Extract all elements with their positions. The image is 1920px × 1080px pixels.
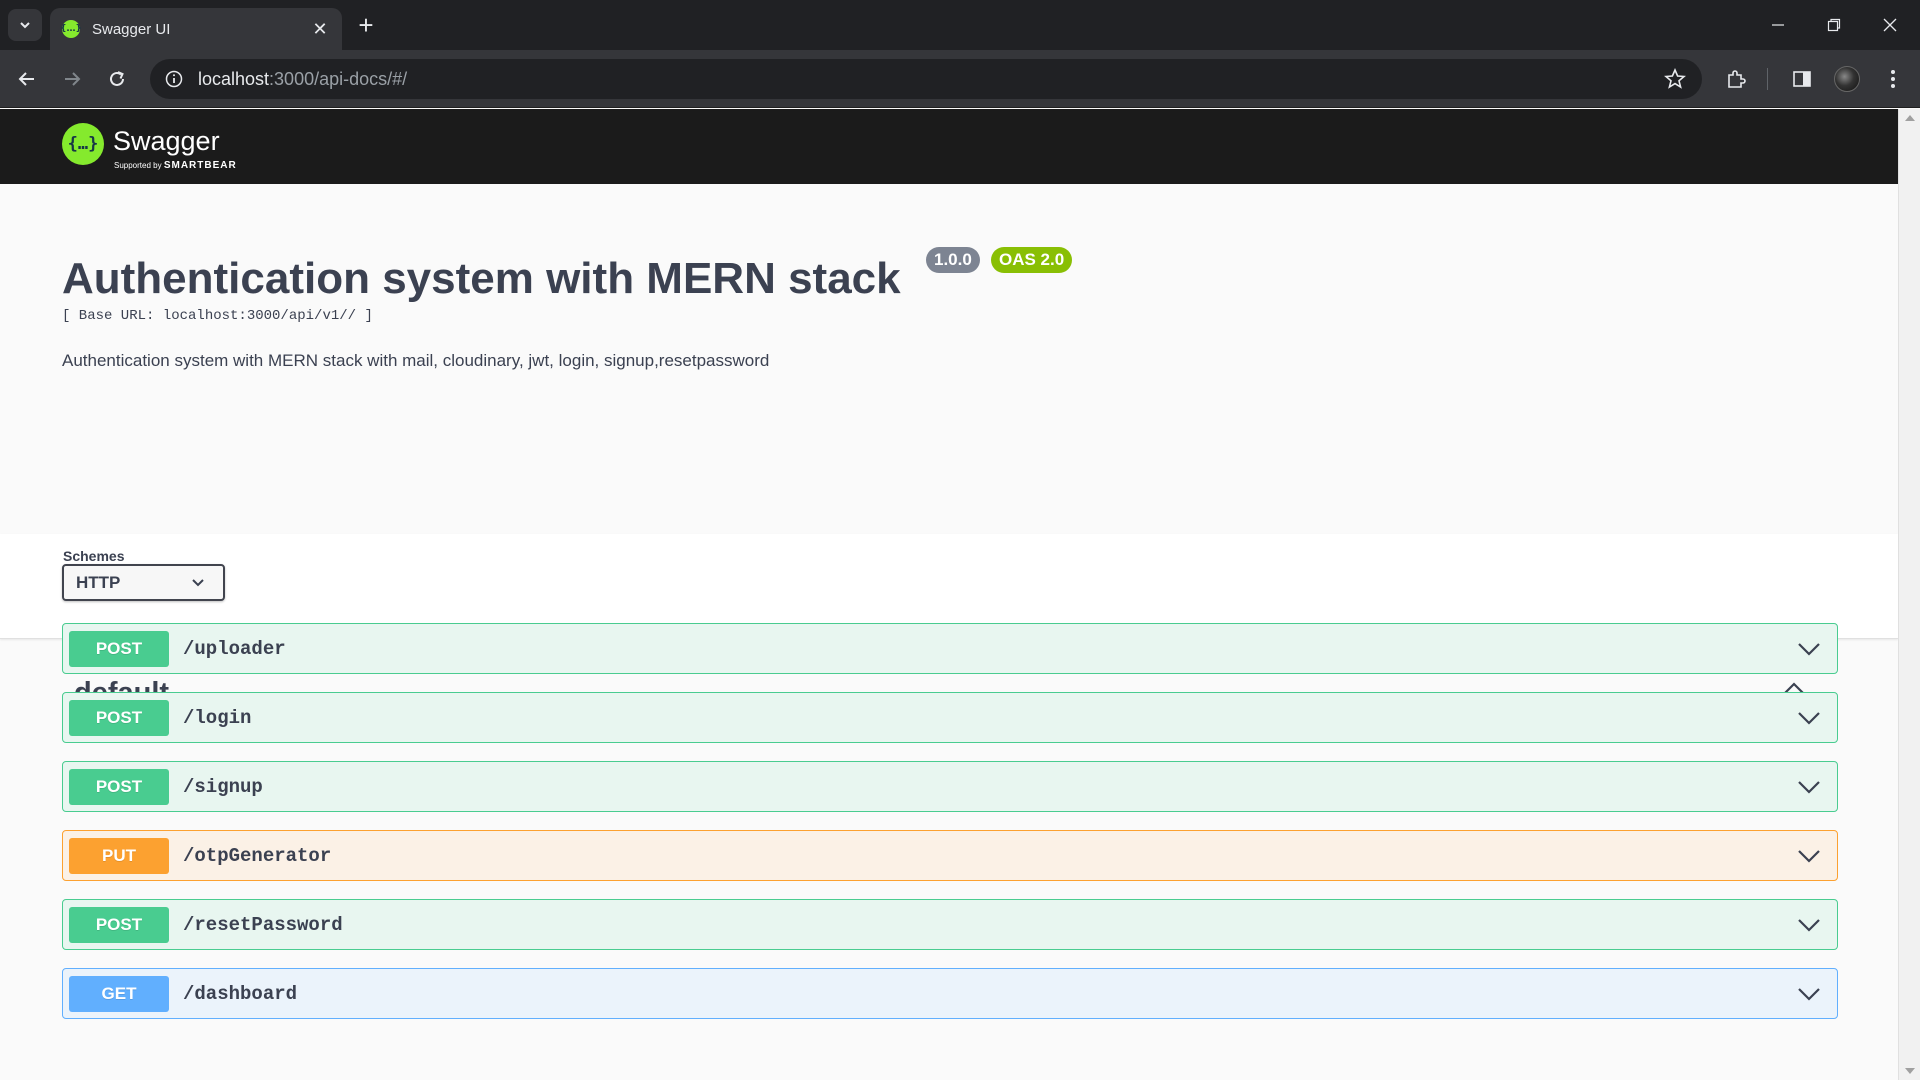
browser-menu-button[interactable] — [1875, 61, 1911, 97]
tab-search-button[interactable] — [8, 9, 42, 41]
bookmark-star-icon[interactable] — [1664, 67, 1686, 95]
swagger-logo-icon[interactable]: {…} — [62, 123, 104, 165]
toolbar-divider — [1767, 68, 1768, 90]
method-badge: PUT — [69, 837, 169, 874]
base-url: [ Base URL: localhost:3000/api/v1// ] — [62, 308, 373, 324]
oas-badge: OAS 2.0 — [991, 247, 1073, 273]
close-window-button[interactable] — [1868, 8, 1912, 42]
profile-button[interactable] — [1829, 61, 1865, 97]
operation-path: /login — [183, 706, 252, 729]
method-badge: POST — [69, 768, 169, 805]
operation-row[interactable]: PUT /otpGenerator — [62, 830, 1838, 881]
address-bar[interactable]: localhost :3000/api-docs/#/ — [150, 59, 1702, 99]
method-badge: POST — [69, 699, 169, 736]
restore-button[interactable] — [1812, 8, 1856, 42]
avatar — [1834, 66, 1860, 92]
operation-row[interactable]: POST /login — [62, 692, 1838, 743]
supported-by-text: Supported by — [114, 161, 162, 170]
chevron-down-icon — [20, 22, 30, 29]
operation-path: /resetPassword — [183, 913, 343, 936]
side-panel-button[interactable] — [1784, 61, 1820, 97]
operation-row[interactable]: POST /resetPassword — [62, 899, 1838, 950]
operation-path: /dashboard — [183, 982, 298, 1005]
method-badge: POST — [69, 906, 169, 943]
browser-tabstrip: {…} Swagger UI ✕ + — [0, 0, 1920, 50]
forward-button[interactable] — [54, 61, 90, 97]
chevron-down-icon[interactable] — [1797, 849, 1821, 863]
minimize-button[interactable] — [1756, 8, 1800, 42]
close-icon — [1883, 18, 1897, 32]
puzzle-icon — [1728, 70, 1746, 88]
swagger-brand[interactable]: Swagger — [113, 126, 220, 157]
reload-icon — [110, 71, 124, 86]
site-info-icon[interactable] — [164, 69, 184, 89]
api-info-section: Authentication system with MERN stack 1.… — [0, 184, 1898, 534]
arrow-left-icon — [18, 72, 34, 86]
scroll-down-arrow-icon[interactable] — [1905, 1068, 1915, 1074]
page-scrollbar[interactable] — [1898, 109, 1920, 1080]
chevron-down-icon[interactable] — [1797, 987, 1821, 1001]
browser-tab[interactable]: {…} Swagger UI ✕ — [50, 8, 342, 50]
kebab-menu-icon — [1891, 70, 1895, 88]
chevron-down-icon[interactable] — [1797, 780, 1821, 794]
arrow-right-icon — [65, 72, 81, 86]
schemes-selected-value: HTTP — [76, 572, 121, 592]
smartbear-text: SMARTBEAR — [163, 160, 237, 171]
url-path: :3000/api-docs/#/ — [269, 68, 408, 89]
swagger-favicon-icon: {…} — [60, 20, 82, 38]
chevron-down-icon[interactable] — [1797, 918, 1821, 932]
restore-icon — [1827, 18, 1841, 32]
reload-button[interactable] — [99, 61, 135, 97]
schemes-select[interactable]: HTTP — [62, 564, 225, 601]
new-tab-button[interactable]: + — [354, 12, 378, 38]
tab-title: Swagger UI — [92, 20, 171, 38]
api-description: Authentication system with MERN stack wi… — [62, 351, 770, 370]
operation-row[interactable]: POST /uploader — [62, 623, 1838, 674]
version-badge: 1.0.0 — [926, 247, 980, 273]
operation-path: /otpGenerator — [183, 844, 332, 867]
chevron-down-icon — [192, 578, 204, 586]
url-host: localhost — [198, 68, 270, 89]
method-badge: POST — [69, 630, 169, 667]
browser-toolbar: localhost :3000/api-docs/#/ — [0, 50, 1920, 108]
minimize-icon — [1772, 24, 1784, 26]
method-badge: GET — [69, 975, 169, 1012]
swagger-topbar: {…} Swagger Supported by SMARTBEAR — [0, 109, 1898, 184]
scroll-up-arrow-icon[interactable] — [1905, 115, 1915, 121]
operation-row[interactable]: GET /dashboard — [62, 968, 1838, 1019]
swagger-supported-by: Supported by SMARTBEAR — [114, 160, 237, 171]
chevron-down-icon[interactable] — [1797, 642, 1821, 656]
swagger-page: {…} Swagger Supported by SMARTBEAR Authe… — [0, 109, 1898, 1080]
extensions-button[interactable] — [1718, 61, 1754, 97]
page-title: Authentication system with MERN stack — [62, 254, 901, 303]
operation-path: /uploader — [183, 637, 286, 660]
operation-row[interactable]: POST /signup — [62, 761, 1838, 812]
schemes-label: Schemes — [63, 548, 125, 564]
chevron-down-icon[interactable] — [1797, 711, 1821, 725]
close-tab-icon[interactable]: ✕ — [310, 19, 330, 40]
operation-path: /signup — [183, 775, 263, 798]
back-button[interactable] — [9, 61, 45, 97]
side-panel-icon — [1793, 71, 1811, 87]
